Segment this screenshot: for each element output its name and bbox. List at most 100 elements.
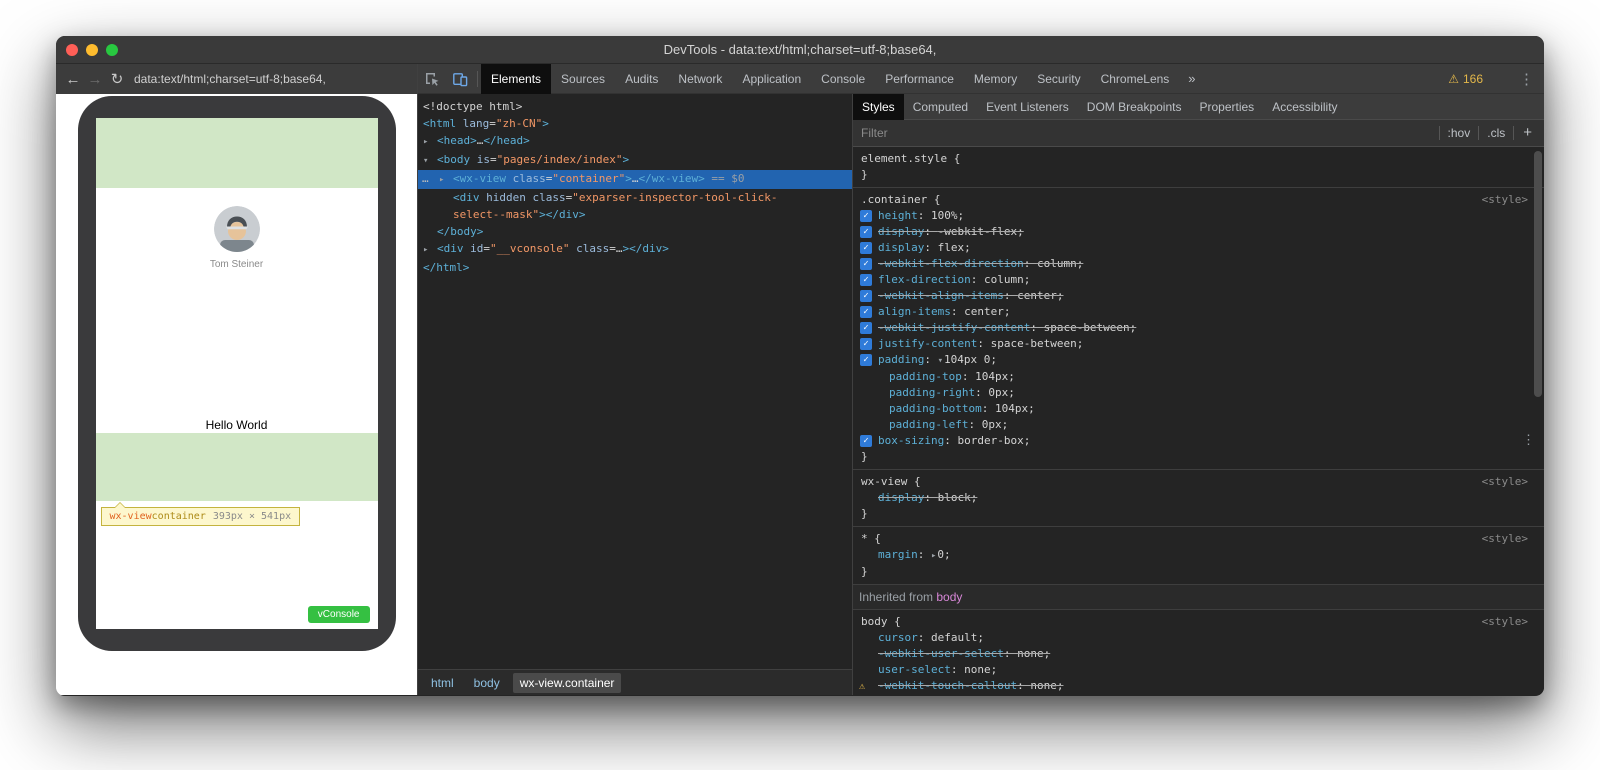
tab-security[interactable]: Security <box>1027 64 1090 94</box>
new-style-rule-button[interactable]: + <box>1513 126 1544 140</box>
toggle-hover-state-button[interactable]: :hov <box>1439 126 1479 140</box>
url-text[interactable]: data:text/html;charset=utf-8;base64, <box>134 72 326 86</box>
tab-performance[interactable]: Performance <box>875 64 964 94</box>
rule-selector[interactable]: wx-view <box>861 475 907 488</box>
sidebar-tab-accessibility[interactable]: Accessibility <box>1263 94 1346 120</box>
dom-node[interactable]: </body> <box>418 223 852 240</box>
stylesheet-link[interactable]: <style> <box>1482 614 1542 630</box>
css-declaration[interactable]: cursor: default; <box>855 630 1542 646</box>
devtools-toolbar: ElementsSourcesAuditsNetworkApplicationC… <box>418 64 1544 94</box>
css-declaration[interactable]: margin: ▸0; <box>855 547 1542 564</box>
css-declaration[interactable]: ✓justify-content: space-between; <box>855 336 1542 352</box>
breadcrumb-item[interactable]: body <box>467 673 507 693</box>
tab-elements[interactable]: Elements <box>481 64 551 94</box>
rule-selector[interactable]: .container <box>861 193 927 206</box>
dom-node-selected[interactable]: …▸<wx-view class="container">…</wx-view>… <box>418 170 852 189</box>
styles-scrollbar-thumb[interactable] <box>1534 151 1542 397</box>
property-checkbox[interactable]: ✓ <box>860 226 872 238</box>
css-declaration[interactable]: ✓display: flex; <box>855 240 1542 256</box>
device-toolbar-icon[interactable] <box>446 64 474 94</box>
css-declaration[interactable]: ⚠-webkit-touch-callout: none; <box>855 678 1542 694</box>
css-declaration[interactable]: display: block; <box>855 490 1542 506</box>
css-declaration[interactable]: padding-top: 104px; <box>855 369 1542 385</box>
expand-arrow-icon[interactable]: ▾ <box>423 153 437 170</box>
sidebar-tab-dom-breakpoints[interactable]: DOM Breakpoints <box>1078 94 1191 120</box>
sidebar-tab-styles[interactable]: Styles <box>853 94 904 120</box>
property-checkbox[interactable]: ✓ <box>860 258 872 270</box>
reload-icon[interactable]: ↻ <box>106 70 128 88</box>
css-declaration[interactable]: ✓height: 100%; <box>855 208 1542 224</box>
css-declaration[interactable]: ✓display: -webkit-flex; <box>855 224 1542 240</box>
back-icon[interactable]: ← <box>62 71 84 88</box>
breadcrumb-item[interactable]: html <box>424 673 461 693</box>
css-declaration[interactable]: padding-bottom: 104px; <box>855 401 1542 417</box>
tab-sources[interactable]: Sources <box>551 64 615 94</box>
shorthand-expand-icon[interactable]: ▾ <box>938 356 943 366</box>
property-checkbox[interactable]: ✓ <box>860 242 872 254</box>
property-checkbox[interactable]: ✓ <box>860 354 872 366</box>
tab-memory[interactable]: Memory <box>964 64 1027 94</box>
css-declaration[interactable]: ✓-webkit-align-items: center; <box>855 288 1542 304</box>
css-declaration[interactable]: padding-left: 0px; <box>855 417 1542 433</box>
dom-node[interactable]: ▸<div id="__vconsole" class=…></div> <box>418 240 852 259</box>
css-declaration[interactable]: ✓flex-direction: column; <box>855 272 1542 288</box>
css-declaration[interactable]: ✓-webkit-flex-direction: column; <box>855 256 1542 272</box>
sidebar-tab-properties[interactable]: Properties <box>1190 94 1263 120</box>
dom-node[interactable]: </html> <box>418 259 852 276</box>
shorthand-expand-icon[interactable]: ▸ <box>931 551 936 561</box>
inherited-node-link[interactable]: body <box>936 590 962 604</box>
css-declaration[interactable]: ✓padding: ▾104px 0; <box>855 352 1542 369</box>
more-tabs-icon[interactable]: » <box>1179 71 1204 86</box>
minimize-window-button[interactable] <box>86 44 98 56</box>
stylesheet-link[interactable]: <style> <box>1482 474 1542 490</box>
property-checkbox[interactable]: ✓ <box>860 290 872 302</box>
styles-filter-input[interactable] <box>853 126 1439 140</box>
property-checkbox[interactable]: ✓ <box>860 435 872 447</box>
rule-kebab-icon[interactable]: ⋮ <box>1522 433 1535 449</box>
titlebar[interactable]: DevTools - data:text/html;charset=utf-8;… <box>56 36 1544 64</box>
devtools-menu-kebab-icon[interactable]: ⋮ <box>1509 70 1544 88</box>
tab-application[interactable]: Application <box>732 64 811 94</box>
css-declaration[interactable]: padding-right: 0px; <box>855 385 1542 401</box>
tab-audits[interactable]: Audits <box>615 64 668 94</box>
expand-arrow-icon[interactable]: ▸ <box>423 134 437 151</box>
css-declaration[interactable]: -webkit-user-select: none; <box>855 646 1542 662</box>
tab-console[interactable]: Console <box>811 64 875 94</box>
dom-node[interactable]: <!doctype html> <box>418 98 852 115</box>
property-checkbox[interactable]: ✓ <box>860 306 872 318</box>
css-declaration[interactable]: ✓align-items: center; <box>855 304 1542 320</box>
property-checkbox[interactable]: ✓ <box>860 338 872 350</box>
rule-selector[interactable]: element.style <box>861 152 947 165</box>
dom-node[interactable]: ▸<head>…</head> <box>418 132 852 151</box>
css-declaration[interactable]: user-select: none; <box>855 662 1542 678</box>
property-checkbox[interactable]: ✓ <box>860 322 872 334</box>
expand-arrow-icon[interactable]: ▸ <box>423 242 437 259</box>
sidebar-tab-event-listeners[interactable]: Event Listeners <box>977 94 1078 120</box>
vconsole-button[interactable]: vConsole <box>308 606 370 623</box>
dom-node[interactable]: select--mask"></div> <box>418 206 852 223</box>
close-window-button[interactable] <box>66 44 78 56</box>
toggle-class-button[interactable]: .cls <box>1478 126 1513 140</box>
inspect-element-icon[interactable] <box>418 64 446 94</box>
stylesheet-link[interactable]: <style> <box>1482 531 1542 547</box>
dom-node[interactable]: ▾<body is="pages/index/index"> <box>418 151 852 170</box>
console-warnings[interactable]: ⚠ 166 <box>1448 72 1483 86</box>
tab-network[interactable]: Network <box>668 64 732 94</box>
css-declaration[interactable]: ✓-webkit-justify-content: space-between; <box>855 320 1542 336</box>
device-screen[interactable]: Tom Steiner Hello World wx-viewcontainer… <box>96 118 378 629</box>
rule-selector[interactable]: * <box>861 532 868 545</box>
tab-chromelens[interactable]: ChromeLens <box>1091 64 1180 94</box>
css-declaration[interactable]: ✓box-sizing: border-box; <box>855 433 1542 449</box>
dom-node[interactable]: <div hidden class="exparser-inspector-to… <box>418 189 852 206</box>
sidebar-tab-computed[interactable]: Computed <box>904 94 977 120</box>
forward-icon[interactable]: → <box>84 71 106 88</box>
property-checkbox[interactable]: ✓ <box>860 210 872 222</box>
node-overflow-icon[interactable]: … <box>422 170 429 187</box>
zoom-window-button[interactable] <box>106 44 118 56</box>
property-checkbox[interactable]: ✓ <box>860 274 872 286</box>
stylesheet-link[interactable]: <style> <box>1482 192 1542 208</box>
breadcrumb-item[interactable]: wx-view.container <box>513 673 622 693</box>
expand-arrow-icon[interactable]: ▸ <box>439 172 453 189</box>
dom-node[interactable]: <html lang="zh-CN"> <box>418 115 852 132</box>
rule-selector[interactable]: body <box>861 615 888 628</box>
